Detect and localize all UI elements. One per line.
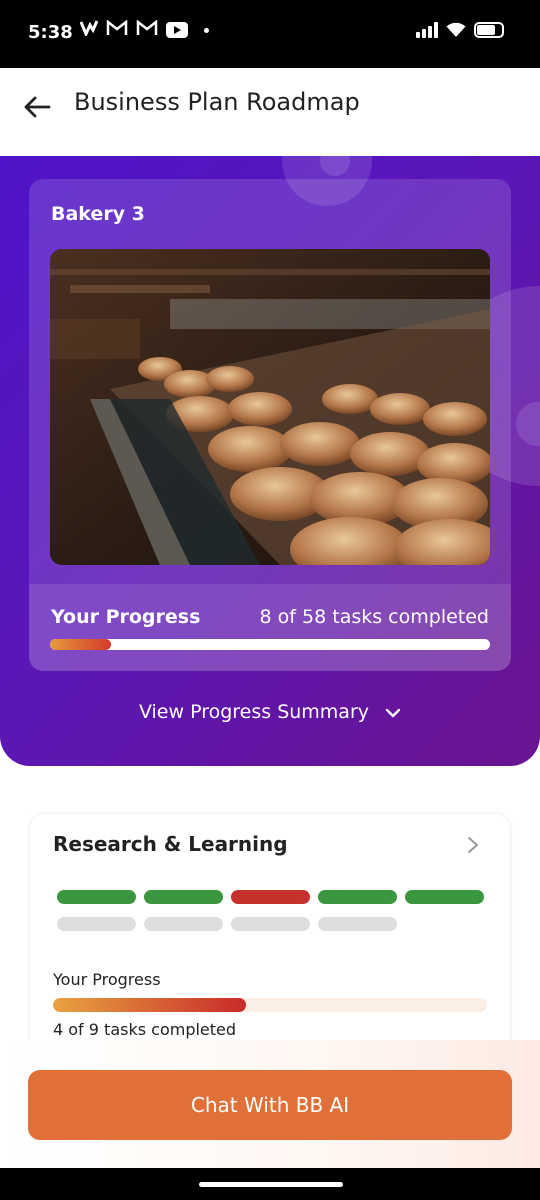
task-segment-done bbox=[57, 890, 136, 904]
chevron-right-icon[interactable] bbox=[466, 836, 480, 854]
section-progress-label: Your Progress bbox=[53, 970, 161, 989]
view-summary-label: View Progress Summary bbox=[138, 701, 370, 723]
task-segments bbox=[57, 890, 485, 944]
status-time: 5:38 bbox=[28, 22, 73, 43]
battery-icon bbox=[474, 22, 504, 38]
task-segment-done bbox=[144, 890, 223, 904]
gmail-icon bbox=[106, 19, 128, 40]
task-segment-todo bbox=[57, 917, 136, 931]
hero-section: Bakery 3 Your Progress 8 of 58 tasks com… bbox=[0, 156, 540, 766]
gmail-icon bbox=[136, 19, 158, 40]
section-progress-bar bbox=[53, 998, 487, 1012]
v-logo-icon bbox=[79, 20, 99, 40]
wifi-icon bbox=[446, 22, 466, 38]
segment-row bbox=[57, 890, 485, 904]
status-bar: 5:38 bbox=[0, 0, 540, 68]
section-title: Research & Learning bbox=[53, 832, 288, 856]
progress-count: 8 of 58 tasks completed bbox=[259, 606, 489, 628]
page-title: Business Plan Roadmap bbox=[74, 88, 360, 116]
chevron-down-icon bbox=[385, 702, 401, 724]
arrow-left-icon[interactable] bbox=[22, 92, 52, 122]
task-segment-done bbox=[405, 890, 484, 904]
section-progress-count: 4 of 9 tasks completed bbox=[53, 1020, 237, 1039]
task-segment-todo bbox=[144, 917, 223, 931]
plan-card: Bakery 3 Your Progress 8 of 58 tasks com… bbox=[29, 179, 511, 671]
task-segment-todo bbox=[318, 917, 397, 931]
segment-row bbox=[57, 917, 485, 931]
progress-bar-fill bbox=[50, 639, 111, 650]
progress-strip: Your Progress 8 of 58 tasks completed bbox=[29, 584, 511, 671]
plan-name: Bakery 3 bbox=[51, 203, 145, 225]
task-segment-done bbox=[318, 890, 397, 904]
signal-icon bbox=[416, 22, 438, 38]
home-indicator[interactable] bbox=[199, 1182, 343, 1187]
progress-label: Your Progress bbox=[51, 606, 201, 628]
navigation-bar bbox=[0, 1168, 540, 1200]
chat-with-ai-button[interactable]: Chat With BB AI bbox=[28, 1070, 512, 1140]
task-segment-todo bbox=[231, 917, 310, 931]
notification-icons bbox=[79, 19, 209, 40]
section-progress-bar-fill bbox=[53, 998, 246, 1012]
app-header: Business Plan Roadmap bbox=[0, 68, 540, 156]
bakery-image bbox=[50, 249, 490, 565]
system-icons bbox=[416, 22, 504, 38]
progress-bar bbox=[50, 639, 490, 650]
youtube-icon bbox=[166, 22, 188, 38]
section-card-research[interactable]: Research & Learning Your Progress 4 of 9… bbox=[30, 814, 510, 1074]
view-progress-summary-button[interactable]: View Progress Summary bbox=[0, 701, 540, 724]
dot-icon bbox=[204, 27, 209, 33]
task-segment-error bbox=[231, 890, 310, 904]
